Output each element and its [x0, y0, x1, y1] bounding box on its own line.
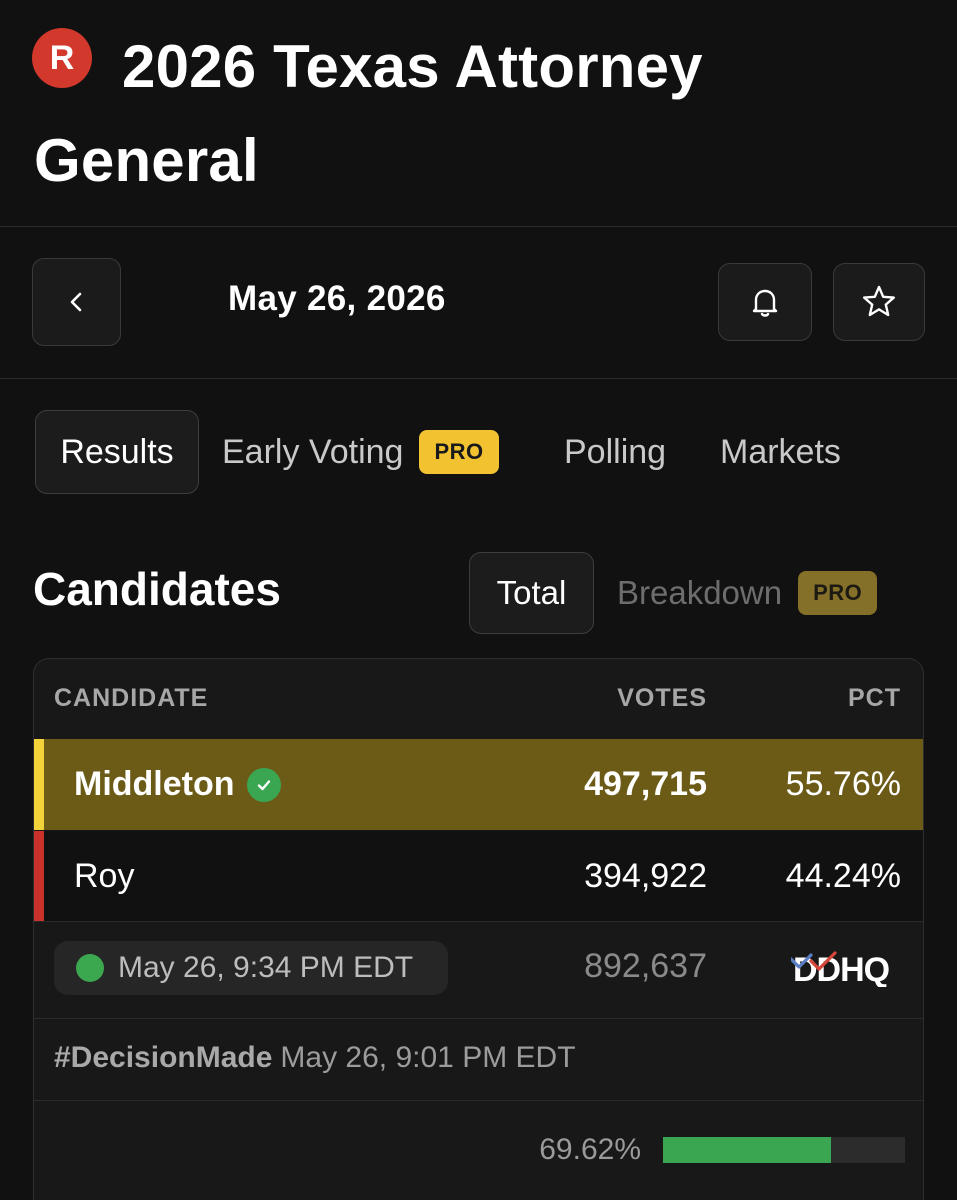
candidate-row-middleton[interactable]: Middleton 497,715 55.76% [34, 739, 923, 830]
column-header-candidate: CANDIDATE [54, 684, 209, 712]
winner-check-icon [246, 767, 281, 802]
candidate-name: Middleton [74, 765, 235, 803]
candidate-pct: 55.76% [785, 765, 901, 803]
race-page: 2026 Texas Attorney General R May 26, 20… [0, 0, 957, 1200]
candidate-votes: 497,715 [584, 765, 707, 803]
live-status-dot [76, 954, 104, 982]
party-color-bar [34, 831, 44, 921]
column-header-votes: VOTES [617, 684, 707, 712]
total-view-toggle[interactable]: Total [469, 552, 594, 634]
ddhq-logo: DDHQ [791, 951, 891, 987]
tab-early-voting[interactable]: Early Voting PRO [222, 410, 499, 494]
last-updated-time: May 26, 9:34 PM EDT [118, 951, 414, 984]
column-header-pct: PCT [848, 684, 901, 712]
race-header: 2026 Texas Attorney General R [0, 0, 957, 227]
favorite-button[interactable] [833, 263, 925, 341]
reporting-progress-bar [663, 1137, 905, 1163]
pro-badge: PRO [798, 571, 878, 615]
tab-polling[interactable]: Polling [564, 410, 666, 494]
last-updated-pill: May 26, 9:34 PM EDT [54, 941, 448, 995]
totals-row: May 26, 9:34 PM EDT 892,637 DDHQ [34, 923, 923, 1019]
toggle-label: Breakdown [617, 574, 783, 611]
total-votes: 892,637 [584, 947, 707, 985]
breakdown-view-toggle[interactable]: Breakdown PRO [617, 552, 878, 634]
decision-tag: #DecisionMade [54, 1041, 273, 1074]
decision-text: #DecisionMade May 26, 9:01 PM EDT [54, 1041, 576, 1075]
tab-label: Markets [720, 432, 841, 471]
candidate-name: Roy [74, 857, 135, 895]
candidate-name-cell: Middleton [74, 739, 281, 830]
chevron-left-icon [70, 292, 81, 312]
party-letter: R [49, 38, 75, 77]
candidate-name-cell: Roy [74, 831, 134, 922]
reporting-progress-fill [663, 1137, 832, 1163]
candidate-row-roy[interactable]: Roy 394,922 44.24% [34, 831, 923, 922]
decision-row: #DecisionMade May 26, 9:01 PM EDT [34, 1019, 923, 1101]
election-date: May 26, 2026 [228, 279, 446, 318]
race-tabs: Results Early Voting PRO Polling Markets [0, 410, 957, 498]
table-header: CANDIDATE VOTES PCT [34, 659, 923, 739]
candidate-pct: 44.24% [785, 857, 901, 895]
party-color-bar [34, 739, 44, 830]
tab-markets[interactable]: Markets [720, 410, 841, 494]
back-button[interactable] [32, 258, 121, 346]
reporting-row: 69.62% [34, 1101, 923, 1200]
pro-badge: PRO [419, 430, 499, 474]
tab-label: Early Voting [222, 432, 404, 471]
republican-party-badge: R [32, 28, 92, 88]
reporting-percentage: 69.62% [539, 1133, 641, 1166]
race-title: 2026 Texas Attorney General [34, 33, 703, 194]
star-icon [863, 285, 895, 317]
candidate-votes: 394,922 [584, 857, 707, 895]
notifications-button[interactable] [718, 263, 812, 341]
bell-icon [752, 289, 778, 317]
decision-time: May 26, 9:01 PM EDT [280, 1041, 576, 1074]
tab-results[interactable]: Results [35, 410, 199, 494]
date-bar: May 26, 2026 [0, 227, 957, 379]
toggle-label: Total [496, 574, 567, 611]
tab-label: Results [60, 432, 174, 471]
tab-label: Polling [564, 432, 667, 471]
candidates-heading: Candidates [33, 563, 281, 615]
results-card: CANDIDATE VOTES PCT Middleton 497,715 55… [33, 658, 924, 1200]
